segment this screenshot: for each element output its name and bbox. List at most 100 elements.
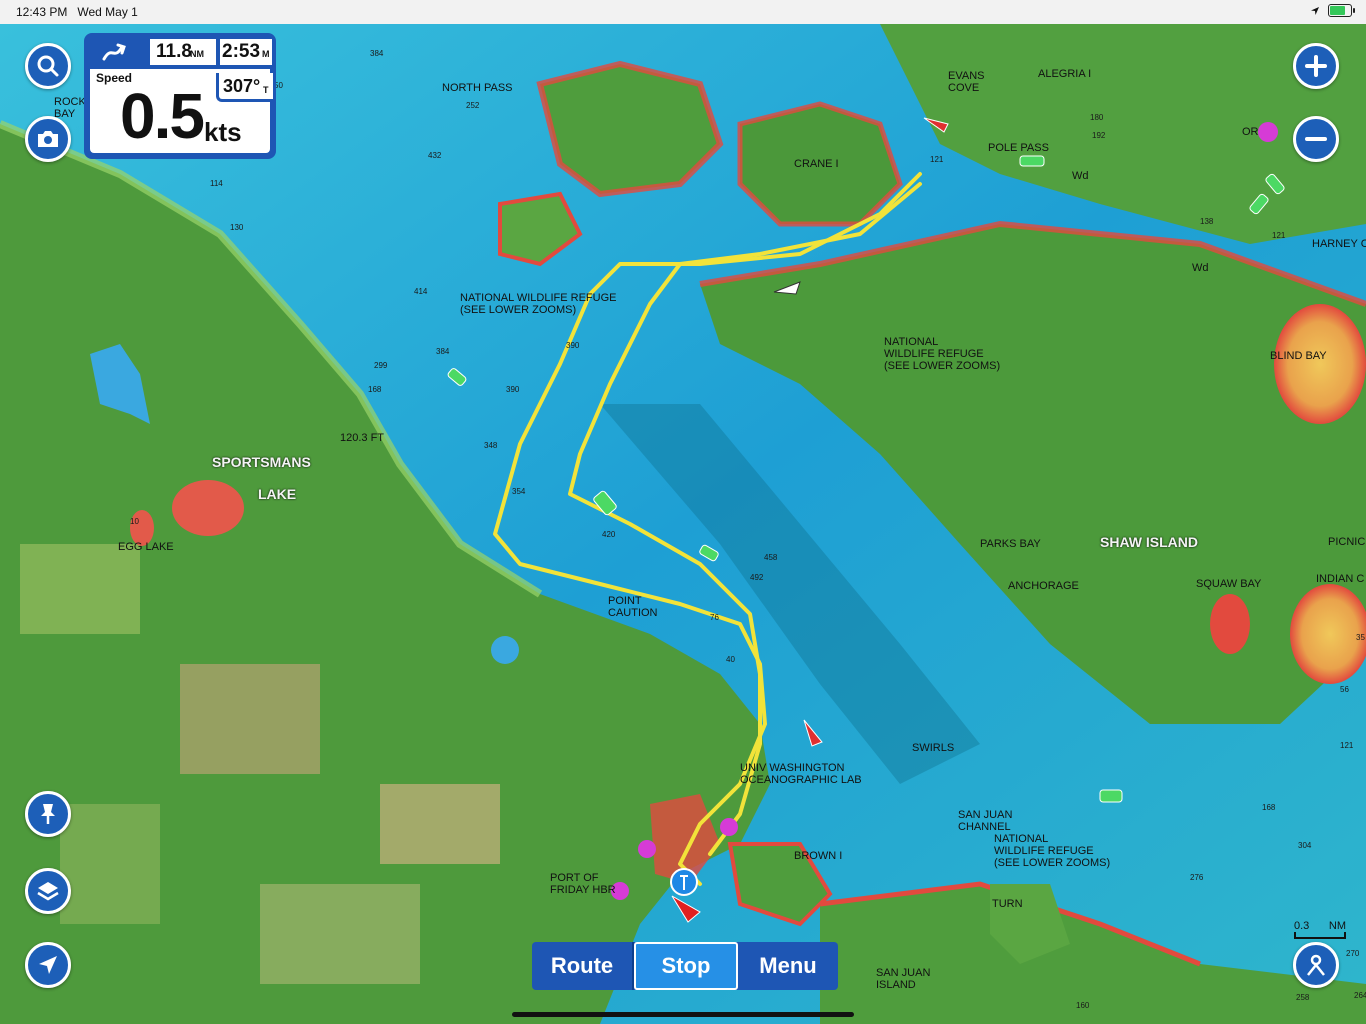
camera-button[interactable] (25, 116, 71, 162)
route-controls: Route Stop Menu (532, 942, 838, 990)
depth-sounding: 492 (750, 573, 764, 582)
pushpin-icon (41, 804, 55, 824)
heading-unit: T (263, 85, 269, 95)
label-picnic: PICNIC (1328, 536, 1366, 548)
label-brown-island: BROWN I (794, 850, 843, 862)
depth-sounding: 121 (1272, 231, 1286, 240)
label-turn: TURN (992, 898, 1023, 910)
map-background (0, 24, 1366, 1024)
label-wd-2: Wd (1192, 262, 1209, 274)
distance-value: 11.8 (156, 41, 192, 62)
home-indicator[interactable] (512, 1012, 854, 1017)
layers-icon (37, 882, 59, 901)
label-point-caution: POINT CAUTION (608, 595, 658, 619)
label-evans-cove: EVANS COVE (948, 70, 985, 94)
navigation-arrow-icon (39, 956, 57, 974)
scale-unit: NM (1328, 920, 1346, 932)
chart-map[interactable]: NORTH PASS EVANS COVE ALEGRIA I CRANE I … (0, 24, 1366, 1024)
eta-box: 2:53 M (220, 39, 272, 65)
label-refuge-2: NATIONAL WILDLIFE REFUGE (SEE LOWER ZOOM… (884, 336, 1001, 372)
label-egg-lake: EGG LAKE (118, 541, 174, 553)
distance-unit: NM (190, 49, 204, 59)
heading-value: 307° (223, 76, 261, 96)
camera-icon (38, 131, 58, 147)
distance-box: 11.8 NM (150, 39, 216, 65)
depth-sounding: 121 (1340, 741, 1354, 750)
label-port-of-friday: PORT OF FRIDAY HBR (550, 872, 616, 896)
depth-sounding: 432 (428, 151, 442, 160)
depth-sounding: 390 (506, 385, 520, 394)
instrument-panel[interactable]: 11.8 NM 2:53 M Speed 0.5 kts 307° T (84, 33, 276, 159)
label-harney: HARNEY C (1312, 238, 1366, 250)
scale-bar (1294, 932, 1346, 939)
depth-sounding: 35 (1356, 633, 1365, 642)
minus-icon (1305, 137, 1327, 141)
depth-sounding: 114 (210, 179, 223, 188)
depth-sounding: 458 (764, 553, 778, 562)
depth-sounding: 252 (466, 101, 480, 110)
route-icon (102, 43, 126, 61)
depth-sounding: 40 (726, 655, 735, 664)
depth-sounding: 56 (1340, 685, 1349, 694)
depth-sounding: 348 (484, 441, 498, 450)
depth-sounding: 138 (1200, 217, 1214, 226)
location-arrow-icon (1311, 6, 1319, 15)
label-washington-lab: UNIV WASHINGTON OCEANOGRAPHIC LAB (740, 762, 862, 786)
label-san-juan-channel: SAN JUAN CHANNEL (958, 809, 1013, 833)
menu-button[interactable]: Menu (738, 942, 838, 990)
depth-sounding: 304 (1298, 841, 1312, 850)
search-button[interactable] (25, 43, 71, 89)
depth-sounding: 384 (436, 347, 450, 356)
label-swirls: SWIRLS (912, 742, 955, 754)
label-refuge-3: NATIONAL WILDLIFE REFUGE (SEE LOWER ZOOM… (994, 833, 1111, 869)
label-blind-bay: BLIND BAY (1270, 350, 1327, 362)
zoom-out-button[interactable] (1293, 116, 1339, 162)
status-right (1310, 4, 1355, 17)
label-parks-bay: PARKS BAY (980, 538, 1041, 550)
person-icon (1307, 954, 1325, 976)
label-crane-island: CRANE I (794, 158, 839, 170)
label-depth-spot: 120.3 FT (340, 432, 385, 444)
label-north-pass: NORTH PASS (442, 82, 513, 94)
add-marker-button[interactable] (25, 791, 71, 837)
plus-icon (1305, 55, 1327, 77)
depth-sounding: 270 (1346, 949, 1360, 958)
layers-button[interactable] (25, 868, 71, 914)
depth-sounding: 180 (1090, 113, 1104, 122)
label-wd-1: Wd (1072, 170, 1089, 182)
status-time: 12:43 PM (16, 5, 68, 19)
depth-sounding: 384 (370, 49, 384, 58)
depth-sounding: 168 (1262, 803, 1276, 812)
eta-value: 2:53 (222, 41, 261, 62)
depth-sounding: 414 (414, 287, 428, 296)
battery-icon (1328, 4, 1355, 17)
account-button[interactable] (1293, 942, 1339, 988)
depth-sounding: 76 (710, 613, 719, 622)
label-pole-pass: POLE PASS (988, 142, 1049, 154)
label-san-juan-island: SAN JUAN ISLAND (876, 967, 931, 991)
heading-box: 307° T (216, 73, 273, 102)
status-date: Wed May 1 (77, 5, 138, 19)
zoom-in-button[interactable] (1293, 43, 1339, 89)
center-on-boat-button[interactable] (25, 942, 71, 988)
stop-button[interactable]: Stop (634, 942, 738, 990)
label-rock-bay: ROCK BAY (54, 96, 86, 120)
depth-sounding: 192 (1092, 131, 1106, 140)
search-icon (37, 55, 59, 77)
depth-sounding: 130 (230, 223, 244, 232)
label-sportsmans: SPORTSMANS (212, 454, 311, 470)
label-orcas: OR (1242, 126, 1259, 138)
status-bar: 12:43 PM Wed May 1 (0, 0, 1366, 24)
depth-sounding: 299 (374, 361, 388, 370)
label-indian-cove: INDIAN C (1316, 573, 1365, 585)
depth-sounding: 420 (602, 530, 616, 539)
label-anchorage: ANCHORAGE (1008, 580, 1079, 592)
depth-sounding: 264 (1354, 991, 1366, 1000)
scale-value: 0.3 (1294, 920, 1310, 932)
route-button[interactable]: Route (532, 942, 634, 990)
label-lake: LAKE (258, 486, 297, 502)
depth-sounding: 258 (1296, 993, 1310, 1002)
label-squaw-bay: SQUAW BAY (1196, 578, 1262, 590)
depth-sounding: 10 (130, 517, 139, 526)
label-alegria: ALEGRIA I (1038, 68, 1092, 80)
